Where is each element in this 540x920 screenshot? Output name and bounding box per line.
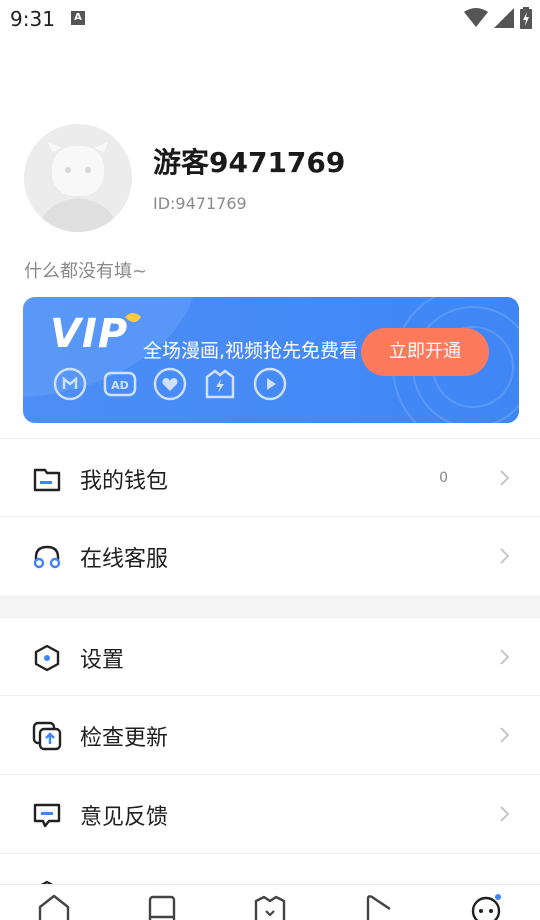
wallet-label: 我的钱包 [80,469,169,494]
notification-icon: A [71,11,85,25]
chevron-right-icon [500,806,510,822]
username: 游客9471769 [153,146,346,179]
discover-icon[interactable] [252,893,288,920]
home-icon[interactable] [36,893,72,920]
bio-text: 什么都没有填~ [24,261,148,282]
service-label: 在线客服 [80,547,169,572]
status-icons [464,7,532,29]
ad-free-perk-icon: AD [103,371,137,397]
svg-text:AD: AD [111,379,129,392]
badge-perk-icon [205,369,235,399]
wifi-icon [464,8,488,27]
profile-screen: 9:31 A 游客9471769 ID:9471769 什么都没有填~ VIP … [0,0,540,920]
vip-perks: AD [53,367,287,401]
section-divider [0,595,540,617]
settings-label: 设置 [80,648,125,673]
update-icon [32,721,62,751]
vip-promo-text: 全场漫画,视频抢先免费看 [143,340,359,362]
update-label: 检查更新 [80,726,169,751]
status-bar: 9:31 A [0,0,540,36]
video-nav-icon[interactable] [360,893,396,920]
vip-open-button[interactable]: 立即开通 [361,328,489,376]
profile-nav-icon[interactable] [468,893,504,920]
avatar[interactable] [24,124,132,232]
vip-logo: VIP [50,311,129,357]
bottom-nav [0,884,540,920]
signal-icon [494,8,514,28]
chevron-right-icon [500,470,510,486]
video-perk-icon [253,367,287,401]
heart-perk-icon [153,367,187,401]
chevron-right-icon [500,649,510,665]
comic-perk-icon [53,367,87,401]
chevron-right-icon [500,548,510,564]
bookshelf-icon[interactable] [144,893,180,920]
menu-row-service[interactable]: 在线客服 [0,516,540,594]
chevron-right-icon [500,727,510,743]
vip-banner[interactable]: VIP 全场漫画,视频抢先免费看 立即开通 AD [23,297,519,423]
menu-row-wallet[interactable]: 我的钱包 0 [0,438,540,516]
status-time: 9:31 [10,7,55,31]
battery-icon [520,7,532,29]
default-avatar-icon [24,124,132,232]
menu-row-feedback[interactable]: 意见反馈 [0,774,540,852]
menu-row-settings[interactable]: 设置 [0,617,540,695]
user-id: ID:9471769 [153,194,247,213]
wallet-icon [33,468,61,492]
settings-icon [34,644,60,672]
feedback-icon [33,803,61,828]
headphones-icon [33,545,61,569]
feedback-label: 意见反馈 [80,805,169,830]
menu-row-update[interactable]: 检查更新 [0,695,540,773]
wallet-balance: 0 [439,470,448,486]
